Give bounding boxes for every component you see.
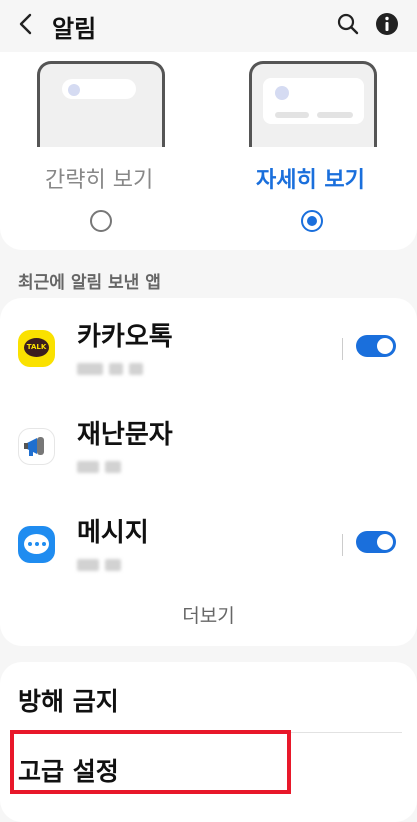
- app-subtext-blurred: [77, 554, 127, 571]
- info-icon: [376, 13, 398, 35]
- more-button[interactable]: 더보기: [0, 598, 417, 634]
- kakaotalk-bubble: TALK: [24, 338, 49, 357]
- app-row-messages[interactable]: 메시지: [0, 494, 417, 590]
- brief-style-label[interactable]: 간략히 보기: [45, 162, 153, 194]
- recent-apps-section-label: 최근에 알림 보낸 앱: [18, 273, 161, 293]
- app-name: 카카오톡: [77, 322, 173, 352]
- kakaotalk-icon: TALK: [18, 330, 55, 367]
- recent-apps-card: TALK 카카오톡 재난문자 메시지 더보기: [0, 298, 417, 646]
- page-title: 알림: [52, 15, 97, 43]
- settings-divider: [12, 732, 402, 733]
- advanced-settings-item[interactable]: 고급 설정: [18, 752, 119, 788]
- brief-style-preview[interactable]: [37, 61, 165, 147]
- settings-card: 방해 금지 고급 설정: [0, 662, 417, 822]
- app-name: 메시지: [77, 518, 149, 548]
- messages-toggle[interactable]: [356, 531, 396, 553]
- app-subtext-blurred: [77, 358, 149, 375]
- detail-preview-card: [263, 78, 364, 124]
- notification-style-card: 간략히 보기 자세히 보기: [0, 52, 417, 250]
- detail-style-preview[interactable]: [249, 61, 377, 147]
- back-button[interactable]: [12, 10, 40, 38]
- do-not-disturb-item[interactable]: 방해 금지: [18, 682, 119, 718]
- messages-icon: [18, 526, 55, 563]
- brief-preview-pill: [62, 79, 136, 99]
- toggle-divider: [342, 534, 343, 556]
- search-icon: [337, 13, 359, 35]
- brief-style-radio[interactable]: [90, 210, 112, 232]
- app-header: 알림: [0, 0, 417, 52]
- back-arrow-icon: [19, 13, 32, 35]
- app-row-kakaotalk[interactable]: TALK 카카오톡: [0, 298, 417, 394]
- messages-dots: [28, 542, 46, 546]
- brief-preview-dot: [68, 84, 80, 96]
- megaphone-icon: [18, 428, 55, 465]
- app-row-disaster-alerts[interactable]: 재난문자: [0, 396, 417, 492]
- search-button[interactable]: [334, 10, 362, 38]
- detail-preview-dot: [275, 86, 289, 100]
- info-button[interactable]: [374, 11, 400, 37]
- toggle-divider: [342, 338, 343, 360]
- detail-style-radio[interactable]: [301, 210, 323, 232]
- detail-style-label[interactable]: 자세히 보기: [256, 162, 365, 194]
- app-name: 재난문자: [77, 420, 173, 450]
- app-subtext-blurred: [77, 456, 127, 473]
- detail-preview-line: [275, 112, 309, 118]
- kakaotalk-toggle[interactable]: [356, 335, 396, 357]
- detail-preview-line: [317, 112, 353, 118]
